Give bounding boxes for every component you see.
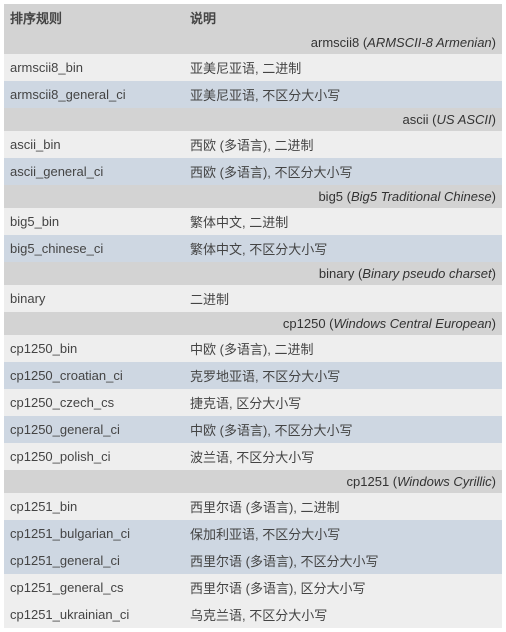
charset-desc: US ASCII bbox=[437, 112, 492, 127]
collation-desc: 亚美尼亚语, 不区分大小写 bbox=[184, 81, 502, 108]
collation-name: big5_chinese_ci bbox=[4, 235, 184, 262]
table-row: cp1250_bin中欧 (多语言), 二进制 bbox=[4, 335, 502, 362]
table-row: big5_bin繁体中文, 二进制 bbox=[4, 208, 502, 235]
collation-name: cp1251_general_cs bbox=[4, 574, 184, 601]
charset-name: cp1250 bbox=[283, 316, 326, 331]
charset-group-label: binary (Binary pseudo charset) bbox=[4, 262, 502, 285]
table-row: cp1250_general_ci中欧 (多语言), 不区分大小写 bbox=[4, 416, 502, 443]
charset-name: binary bbox=[319, 266, 354, 281]
table-row: big5_chinese_ci繁体中文, 不区分大小写 bbox=[4, 235, 502, 262]
table-row: binary二进制 bbox=[4, 285, 502, 312]
collation-desc: 乌克兰语, 不区分大小写 bbox=[184, 601, 502, 628]
charset-group-header: ascii (US ASCII) bbox=[4, 108, 502, 131]
collation-name: armscii8_general_ci bbox=[4, 81, 184, 108]
charset-name: big5 bbox=[318, 189, 343, 204]
collation-desc: 二进制 bbox=[184, 285, 502, 312]
collation-desc: 亚美尼亚语, 二进制 bbox=[184, 54, 502, 81]
collation-name: cp1251_bulgarian_ci bbox=[4, 520, 184, 547]
charset-desc: ARMSCII-8 Armenian bbox=[367, 35, 492, 50]
charset-desc: Big5 Traditional Chinese bbox=[351, 189, 492, 204]
collation-desc: 西里尔语 (多语言), 二进制 bbox=[184, 493, 502, 520]
collation-name: cp1251_ukrainian_ci bbox=[4, 601, 184, 628]
table-row: armscii8_general_ci亚美尼亚语, 不区分大小写 bbox=[4, 81, 502, 108]
charset-group-label: ascii (US ASCII) bbox=[4, 108, 502, 131]
table-row: cp1251_bin西里尔语 (多语言), 二进制 bbox=[4, 493, 502, 520]
table-row: cp1250_czech_cs捷克语, 区分大小写 bbox=[4, 389, 502, 416]
collation-desc: 中欧 (多语言), 二进制 bbox=[184, 335, 502, 362]
charset-group-header: big5 (Big5 Traditional Chinese) bbox=[4, 185, 502, 208]
table-row: cp1250_croatian_ci克罗地亚语, 不区分大小写 bbox=[4, 362, 502, 389]
table-row: cp1251_general_cs西里尔语 (多语言), 区分大小写 bbox=[4, 574, 502, 601]
collation-desc: 西里尔语 (多语言), 不区分大小写 bbox=[184, 547, 502, 574]
charset-group-label: big5 (Big5 Traditional Chinese) bbox=[4, 185, 502, 208]
collation-desc: 捷克语, 区分大小写 bbox=[184, 389, 502, 416]
collation-desc: 克罗地亚语, 不区分大小写 bbox=[184, 362, 502, 389]
charset-group-header: cp1251 (Windows Cyrillic) bbox=[4, 470, 502, 493]
table-row: cp1251_ukrainian_ci乌克兰语, 不区分大小写 bbox=[4, 601, 502, 628]
collation-name: cp1251_bin bbox=[4, 493, 184, 520]
charset-desc: Windows Central European bbox=[334, 316, 492, 331]
collation-name: armscii8_bin bbox=[4, 54, 184, 81]
collation-desc: 波兰语, 不区分大小写 bbox=[184, 443, 502, 470]
table-header: 排序规则 说明 bbox=[4, 4, 502, 31]
collation-desc: 繁体中文, 二进制 bbox=[184, 208, 502, 235]
collation-desc: 西里尔语 (多语言), 区分大小写 bbox=[184, 574, 502, 601]
collation-name: cp1250_general_ci bbox=[4, 416, 184, 443]
charset-group-label: armscii8 (ARMSCII-8 Armenian) bbox=[4, 31, 502, 54]
charset-group-header: cp1250 (Windows Central European) bbox=[4, 312, 502, 335]
collation-name: cp1250_czech_cs bbox=[4, 389, 184, 416]
table-row: ascii_general_ci西欧 (多语言), 不区分大小写 bbox=[4, 158, 502, 185]
collation-desc: 西欧 (多语言), 二进制 bbox=[184, 131, 502, 158]
table-row: cp1251_bulgarian_ci保加利亚语, 不区分大小写 bbox=[4, 520, 502, 547]
collation-name: cp1250_bin bbox=[4, 335, 184, 362]
collation-desc: 保加利亚语, 不区分大小写 bbox=[184, 520, 502, 547]
collation-name: binary bbox=[4, 285, 184, 312]
collation-desc: 繁体中文, 不区分大小写 bbox=[184, 235, 502, 262]
collation-desc: 中欧 (多语言), 不区分大小写 bbox=[184, 416, 502, 443]
table-row: cp1250_polish_ci波兰语, 不区分大小写 bbox=[4, 443, 502, 470]
collation-table: 排序规则 说明 armscii8 (ARMSCII-8 Armenian)arm… bbox=[4, 4, 502, 628]
charset-group-header: armscii8 (ARMSCII-8 Armenian) bbox=[4, 31, 502, 54]
collation-name: big5_bin bbox=[4, 208, 184, 235]
charset-desc: Windows Cyrillic bbox=[397, 474, 492, 489]
charset-desc: Binary pseudo charset bbox=[362, 266, 491, 281]
collation-name: ascii_general_ci bbox=[4, 158, 184, 185]
charset-group-label: cp1251 (Windows Cyrillic) bbox=[4, 470, 502, 493]
header-description: 说明 bbox=[184, 4, 502, 31]
table-row: ascii_bin西欧 (多语言), 二进制 bbox=[4, 131, 502, 158]
charset-name: ascii bbox=[403, 112, 429, 127]
charset-name: cp1251 bbox=[347, 474, 390, 489]
collation-desc: 西欧 (多语言), 不区分大小写 bbox=[184, 158, 502, 185]
collation-name: ascii_bin bbox=[4, 131, 184, 158]
table-row: cp1251_general_ci西里尔语 (多语言), 不区分大小写 bbox=[4, 547, 502, 574]
charset-group-header: binary (Binary pseudo charset) bbox=[4, 262, 502, 285]
table-row: armscii8_bin亚美尼亚语, 二进制 bbox=[4, 54, 502, 81]
collation-name: cp1250_polish_ci bbox=[4, 443, 184, 470]
collation-name: cp1251_general_ci bbox=[4, 547, 184, 574]
charset-name: armscii8 bbox=[311, 35, 359, 50]
header-collation: 排序规则 bbox=[4, 4, 184, 31]
table-body: armscii8 (ARMSCII-8 Armenian)armscii8_bi… bbox=[4, 31, 502, 628]
charset-group-label: cp1250 (Windows Central European) bbox=[4, 312, 502, 335]
collation-name: cp1250_croatian_ci bbox=[4, 362, 184, 389]
